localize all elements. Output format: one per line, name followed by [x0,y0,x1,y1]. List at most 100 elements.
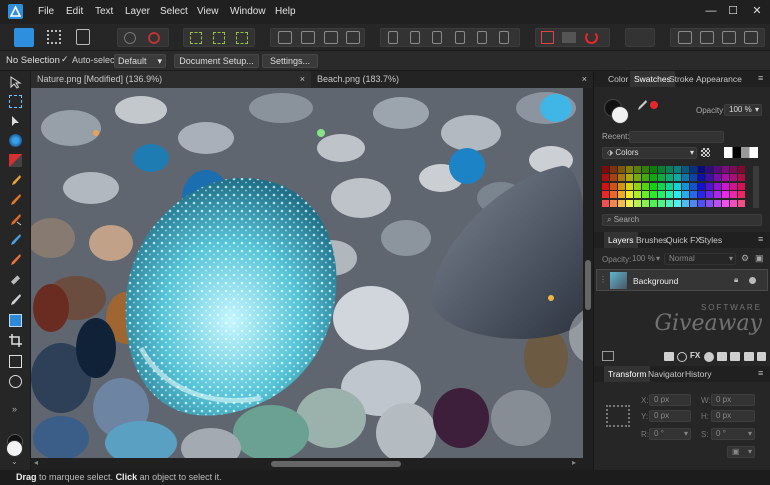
color-swatch[interactable] [706,174,713,182]
color-swatch[interactable] [698,174,705,182]
color-swatch[interactable] [642,191,649,199]
color-swatch[interactable] [618,199,625,207]
color-swatch[interactable] [650,182,657,190]
color-swatch[interactable] [690,191,697,199]
color-swatch[interactable] [626,174,633,182]
swatch-grid[interactable] [602,166,748,208]
document-canvas[interactable] [31,88,583,458]
palette-dropdown[interactable]: ⬗ Colors ▾ [602,147,697,159]
color-swatch[interactable] [722,174,729,182]
color-swatch[interactable] [618,166,625,173]
horizontal-scrollbar[interactable]: ◂ ▸ [31,458,593,470]
color-swatch[interactable] [690,166,697,173]
live-filter-icon[interactable] [704,352,714,362]
color-swatch[interactable] [610,199,617,207]
color-swatch[interactable] [706,166,713,173]
color-swatch[interactable] [610,166,617,173]
color-swatch[interactable] [602,182,609,190]
color-swatch[interactable] [690,174,697,182]
layer-group-icon[interactable] [602,351,614,361]
color-swatch[interactable] [730,174,737,182]
color-swatch[interactable] [658,182,665,190]
boolean-subtract-icon[interactable] [700,31,714,44]
healing-brush-icon[interactable] [9,273,22,286]
color-swatch[interactable] [650,174,657,182]
color-swatch[interactable] [714,166,721,173]
crop-tool-icon[interactable] [9,334,22,347]
color-swatch[interactable] [642,166,649,173]
color-swatch[interactable] [682,191,689,199]
tab-color[interactable]: Color [604,71,632,87]
color-swatch[interactable] [738,191,745,199]
panel-menu-icon[interactable]: ≡ [758,234,763,244]
image-adjust-icon[interactable] [9,314,22,327]
ellipse-tool-icon[interactable] [9,375,22,388]
color-swatch[interactable] [666,182,673,190]
color-swatch[interactable] [674,191,681,199]
adjustment-layer-icon[interactable] [677,352,687,362]
boolean-divide-icon[interactable] [744,31,758,44]
photo-persona-icon[interactable] [14,28,34,47]
color-swatch[interactable] [602,174,609,182]
color-swatch[interactable] [730,199,737,207]
layers-opacity-field[interactable]: 100 % ▾ [627,253,661,265]
color-swatch[interactable] [658,174,665,182]
scroll-right-icon[interactable]: ▸ [572,458,576,467]
color-swatch[interactable] [738,174,745,182]
color-swatch[interactable] [634,182,641,190]
layer-visibility-icon[interactable] [749,277,756,284]
primary-color-icon[interactable] [6,440,23,457]
color-swatch[interactable] [682,174,689,182]
boolean-intersect-icon[interactable] [722,31,736,44]
vertical-scrollbar[interactable] [583,88,593,458]
arrange-back-icon[interactable] [301,31,315,44]
color-swatch[interactable] [698,199,705,207]
color-swatch[interactable] [634,166,641,173]
align-left-icon[interactable] [388,31,398,44]
color-swatch[interactable] [666,174,673,182]
color-swatch[interactable] [618,182,625,190]
color-swatch[interactable] [706,199,713,207]
color-swatch[interactable] [706,182,713,190]
color-swatch[interactable] [714,191,721,199]
color-swatch[interactable] [626,182,633,190]
color-swatch[interactable] [674,166,681,173]
fill-color-icon[interactable] [611,106,629,124]
close-window-button[interactable]: ✕ [748,3,766,19]
arrange-front-icon[interactable] [346,31,360,44]
color-swatch[interactable] [730,166,737,173]
menu-view[interactable]: View [197,6,219,17]
delete-layer-icon[interactable] [757,352,766,361]
paint-brush-icon[interactable] [9,174,22,187]
color-swatch[interactable] [722,191,729,199]
anchor-selector-icon[interactable] [606,405,630,427]
blend-mode-dropdown[interactable]: Normal ▾ [664,253,736,265]
color-swatch[interactable] [730,182,737,190]
tab-styles[interactable]: Styles [695,232,726,248]
scroll-left-icon[interactable]: ◂ [34,458,38,467]
boolean-add-icon[interactable] [678,31,692,44]
transform-options-dropdown[interactable]: ▣ ▾ [727,446,755,458]
add-layer-icon[interactable] [730,352,740,361]
snap-grid-icon[interactable] [562,32,576,43]
x-field[interactable]: 0 px [649,394,691,406]
shear-field[interactable]: 0 ° ▾ [711,428,755,440]
vertical-scroll-thumb[interactable] [585,260,591,310]
color-swatch[interactable] [674,199,681,207]
align-center-icon[interactable] [410,31,420,44]
tab-appearance[interactable]: Appearance [692,71,746,87]
more-tools-icon[interactable]: » [12,404,17,414]
tab-history[interactable]: History [681,366,715,382]
layer-lock-icon[interactable]: ▣ [755,253,764,264]
color-swatch[interactable] [714,199,721,207]
swatch-search[interactable]: ⌕ Search [602,214,762,226]
color-swatch[interactable] [738,166,745,173]
align-right-icon[interactable] [432,31,442,44]
h-field[interactable]: 0 px [711,410,755,422]
menu-window[interactable]: Window [230,6,266,17]
hand-icon[interactable] [124,32,136,44]
color-swatch[interactable] [610,182,617,190]
layer-lock-icon[interactable]: 🔒︎ [734,275,738,285]
menu-edit[interactable]: Edit [66,6,83,17]
color-swatch[interactable] [642,182,649,190]
